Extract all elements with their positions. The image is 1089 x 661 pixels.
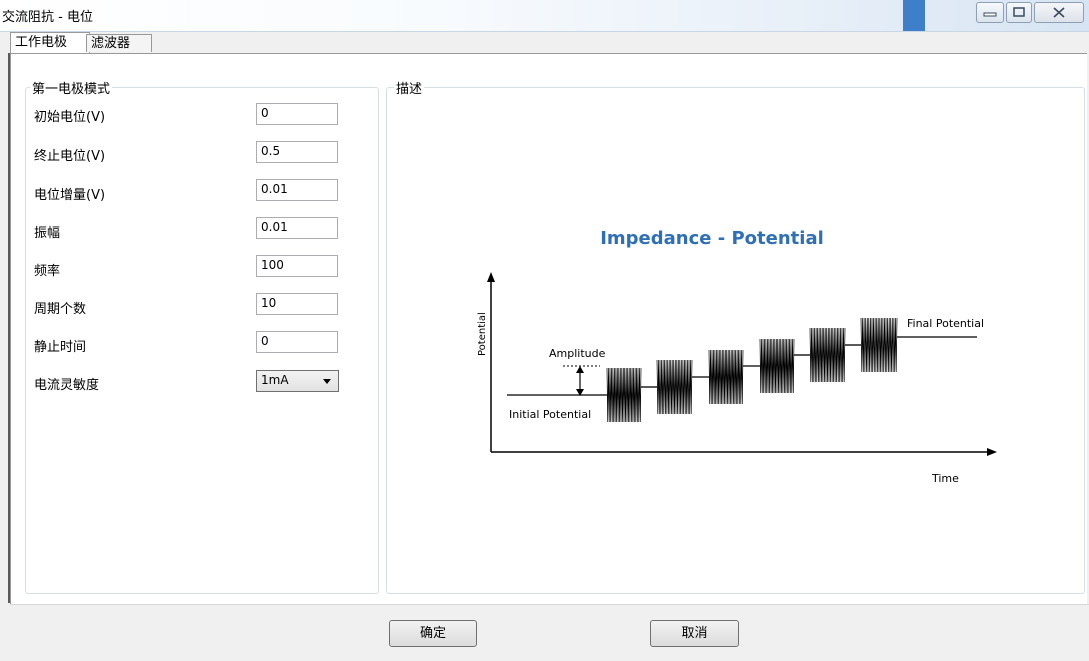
- amplitude-text: Amplitude: [549, 347, 606, 360]
- description-title: 描述: [394, 78, 425, 97]
- x-axis-arrow-icon: [987, 448, 997, 456]
- ac-burst: [606, 367, 642, 423]
- y-axis-label: Potential: [477, 312, 488, 356]
- cancel-button[interactable]: 取消: [650, 620, 739, 647]
- dropdown-arrow-icon: [323, 379, 331, 384]
- tab-working-electrode[interactable]: 工作电极: [10, 32, 90, 54]
- final-potential-label: 终止电位(V): [34, 149, 106, 164]
- ac-burst: [809, 327, 846, 383]
- frequency-input[interactable]: 100: [256, 255, 338, 277]
- cycle-count-input[interactable]: 10: [256, 293, 338, 315]
- ac-burst: [860, 317, 898, 373]
- window-title: 交流阻抗 - 电位: [2, 10, 93, 25]
- close-icon: [1053, 7, 1065, 18]
- tab-filter[interactable]: 滤波器: [86, 34, 152, 52]
- potential-increment-input[interactable]: 0.01: [256, 179, 338, 201]
- ac-burst: [656, 359, 693, 415]
- current-sensitivity-label: 电流灵敏度: [34, 378, 100, 393]
- y-axis-arrow-icon: [487, 272, 495, 282]
- close-button[interactable]: [1034, 2, 1084, 23]
- title-bar: 交流阻抗 - 电位: [0, 0, 1089, 32]
- initial-potential-input[interactable]: 0: [256, 103, 338, 125]
- amplitude-input[interactable]: 0.01: [256, 217, 338, 239]
- current-sensitivity-value: 1mA: [261, 373, 289, 387]
- potential-staircase: [507, 317, 977, 423]
- quiet-time-label: 静止时间: [34, 340, 87, 355]
- cycle-count-label: 周期个数: [34, 302, 87, 317]
- amplitude-label: 振幅: [34, 226, 61, 241]
- minimize-icon: [983, 12, 997, 17]
- potential-increment-label: 电位增量(V): [34, 188, 106, 203]
- maximize-button[interactable]: [1006, 2, 1032, 23]
- button-bar: [10, 604, 1089, 661]
- final-potential-text: Final Potential: [907, 317, 984, 330]
- final-potential-input[interactable]: 0.5: [256, 141, 338, 163]
- window-controls: [976, 2, 1085, 23]
- x-axis-label: Time: [931, 472, 959, 485]
- title-accent: [903, 0, 925, 31]
- initial-potential-text: Initial Potential: [509, 408, 591, 421]
- ok-button[interactable]: 确定: [389, 620, 477, 647]
- impedance-potential-diagram: Impedance - Potential Potential Time Amp…: [477, 228, 997, 485]
- ac-burst: [708, 349, 744, 405]
- electrode-mode-title: 第一电极模式: [30, 78, 113, 97]
- quiet-time-input[interactable]: 0: [256, 331, 338, 353]
- maximize-icon: [1013, 7, 1025, 17]
- frequency-label: 频率: [34, 264, 61, 279]
- amplitude-arrow-up-icon: [576, 366, 584, 373]
- minimize-button[interactable]: [976, 2, 1004, 23]
- initial-potential-label: 初始电位(V): [34, 110, 106, 125]
- current-sensitivity-select[interactable]: 1mA: [256, 370, 339, 392]
- ac-burst: [759, 338, 795, 394]
- diagram-title: Impedance - Potential: [600, 228, 824, 249]
